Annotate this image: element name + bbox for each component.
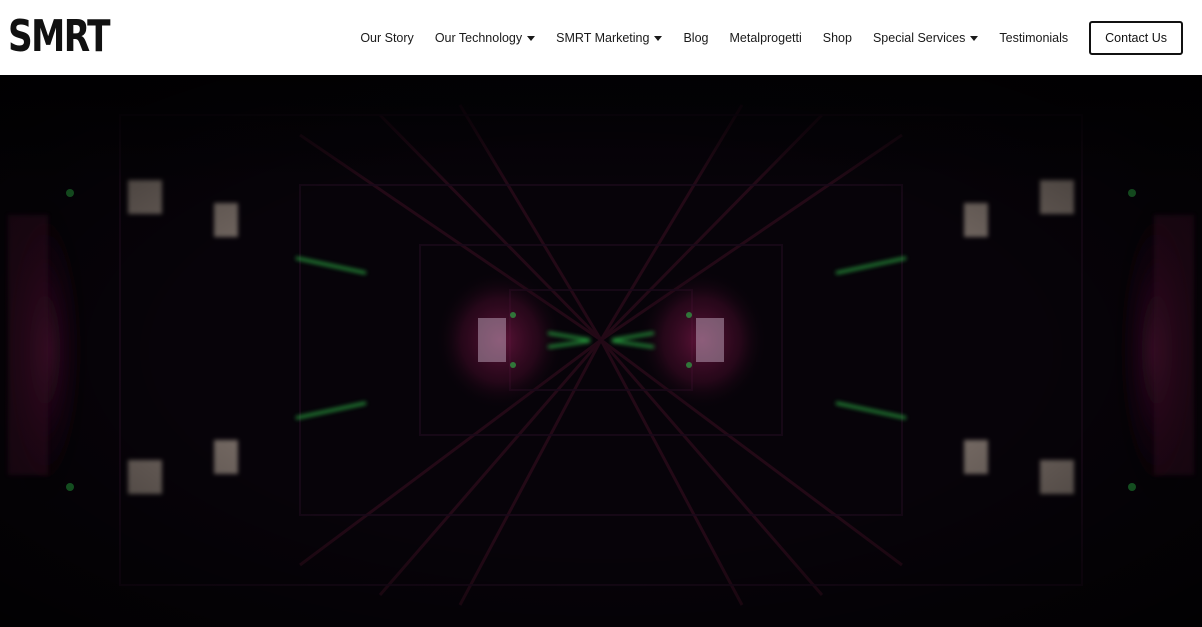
main-nav: Our Story Our Technology SMRT Marketing … — [360, 0, 1202, 75]
nav-item-smrt-marketing[interactable]: SMRT Marketing — [556, 30, 663, 45]
site-header: SMRT Our Story Our Technology SMRT Marke… — [0, 0, 1202, 75]
tunnel-graphic — [0, 75, 1202, 627]
nav-item-testimonials[interactable]: Testimonials — [999, 31, 1068, 45]
caret-down-icon — [654, 35, 663, 41]
nav-item-label: Our Technology — [434, 30, 523, 45]
nav-item-label: Testimonials — [999, 30, 1069, 45]
nav-item-label: Our Story — [360, 30, 414, 45]
nav-item-our-story[interactable]: Our Story — [360, 31, 414, 45]
smrt-logo[interactable]: SMRT — [8, 15, 111, 59]
caret-down-icon — [527, 35, 536, 41]
nav-item-blog[interactable]: Blog — [683, 31, 708, 45]
nav-item-label: Metalprogetti — [729, 30, 802, 45]
nav-item-label: Shop — [822, 30, 852, 45]
nav-item-metalprogetti[interactable]: Metalprogetti — [730, 31, 802, 45]
nav-item-label: Blog — [683, 30, 709, 45]
nav-item-label: Special Services — [872, 30, 966, 45]
contact-us-button[interactable]: Contact Us — [1089, 20, 1183, 55]
nav-item-shop[interactable]: Shop — [823, 31, 852, 45]
nav-item-special-services[interactable]: Special Services — [872, 30, 979, 45]
nav-item-label: SMRT Marketing — [556, 30, 650, 45]
hero-video-background — [0, 75, 1202, 627]
caret-down-icon — [970, 35, 979, 41]
vignette — [0, 75, 1202, 627]
nav-item-our-technology[interactable]: Our Technology — [434, 30, 536, 45]
